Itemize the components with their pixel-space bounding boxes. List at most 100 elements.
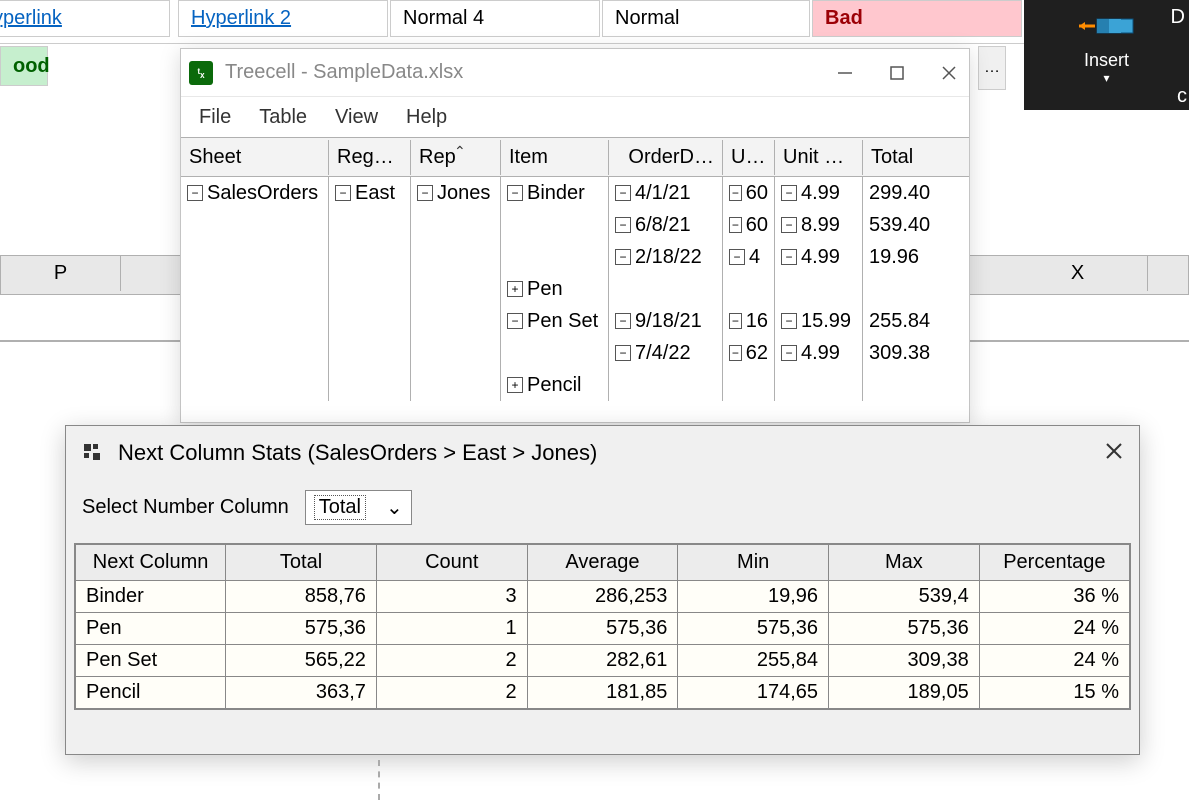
tree-unitcost-cell[interactable]: −4.99 <box>775 337 862 369</box>
collapse-icon[interactable]: − <box>781 217 797 233</box>
stats-close-button[interactable] <box>1105 440 1123 466</box>
collapse-icon[interactable]: − <box>417 185 433 201</box>
collapse-icon[interactable]: − <box>615 313 631 329</box>
insert-label[interactable]: Insert <box>1084 50 1129 71</box>
collapse-icon[interactable]: − <box>615 249 631 265</box>
tree-item-penset[interactable]: −Pen Set <box>501 305 608 337</box>
tree-item-pen[interactable]: +Pen <box>501 273 608 305</box>
stats-th-count[interactable]: Count <box>376 544 527 581</box>
tree-total-cell: 299.40 <box>863 177 943 209</box>
select-column-label: Select Number Column <box>82 496 289 519</box>
menu-view[interactable]: View <box>329 102 384 133</box>
collapse-icon[interactable]: − <box>507 313 523 329</box>
stats-icon <box>82 443 106 463</box>
tree-header-units[interactable]: U… <box>723 140 775 175</box>
tree-rep-node[interactable]: −Jones <box>411 177 500 209</box>
stats-row[interactable]: Pen Set 565,22 2 282,61 255,84 309,38 24… <box>75 645 1130 677</box>
select-column-value: Total <box>314 495 366 520</box>
tree-date-cell[interactable]: −9/18/21 <box>609 305 722 337</box>
treecell-titlebar[interactable]: ᵗₓ Treecell - SampleData.xlsx <box>181 49 969 97</box>
maximize-button[interactable] <box>885 61 909 85</box>
tree-date-cell[interactable]: −6/8/21 <box>609 209 722 241</box>
excel-ribbon-insert-panel: Insert ▾ D c <box>1024 0 1189 110</box>
treecell-title: Treecell - SampleData.xlsx <box>225 61 833 84</box>
stats-row[interactable]: Pen 575,36 1 575,36 575,36 575,36 24 % <box>75 613 1130 645</box>
collapse-icon[interactable]: − <box>335 185 351 201</box>
collapse-icon[interactable]: − <box>615 345 631 361</box>
tree-header-unitcost[interactable]: Unit … <box>775 140 863 175</box>
tree-header-total[interactable]: Total <box>863 140 943 175</box>
menu-file[interactable]: File <box>193 102 237 133</box>
chevron-down-icon: ⌄ <box>386 495 403 520</box>
col-header-p[interactable]: P <box>1 256 121 291</box>
collapse-icon[interactable]: − <box>507 185 523 201</box>
tree-region-node[interactable]: −East <box>329 177 410 209</box>
insert-cells-icon[interactable] <box>1079 8 1135 44</box>
treecell-window: ᵗₓ Treecell - SampleData.xlsx File Table… <box>180 48 970 423</box>
stats-titlebar[interactable]: Next Column Stats (SalesOrders > East > … <box>66 426 1139 480</box>
stats-th-min[interactable]: Min <box>678 544 829 581</box>
collapse-icon[interactable]: − <box>781 313 797 329</box>
stats-row[interactable]: Pencil 363,7 2 181,85 174,65 189,05 15 % <box>75 677 1130 710</box>
tree-total-cell: 539.40 <box>863 209 943 241</box>
tree-header-sheet[interactable]: Sheet <box>181 140 329 175</box>
tree-sheet-node[interactable]: −SalesOrders <box>181 177 328 209</box>
stats-row[interactable]: Binder 858,76 3 286,253 19,96 539,4 36 % <box>75 581 1130 613</box>
collapse-icon[interactable]: − <box>615 185 631 201</box>
stats-th-nextcol[interactable]: Next Column <box>75 544 226 581</box>
tree-total-cell: 255.84 <box>863 305 943 337</box>
style-hyperlink[interactable]: x Hyperlink <box>0 0 170 37</box>
stats-table: Next Column Total Count Average Min Max … <box>74 543 1131 710</box>
close-button[interactable] <box>937 61 961 85</box>
treecell-menubar: File Table View Help <box>181 97 969 137</box>
tree-units-cell[interactable]: −60 <box>723 177 774 209</box>
stats-dialog: Next Column Stats (SalesOrders > East > … <box>65 425 1140 755</box>
tree-unitcost-cell[interactable]: −8.99 <box>775 209 862 241</box>
expand-icon[interactable]: + <box>507 377 523 393</box>
stats-th-average[interactable]: Average <box>527 544 678 581</box>
stats-th-percentage[interactable]: Percentage <box>979 544 1130 581</box>
menu-table[interactable]: Table <box>253 102 313 133</box>
tree-total-cell: 309.38 <box>863 337 943 369</box>
tree-units-cell[interactable]: −4 <box>723 241 774 273</box>
minimize-button[interactable] <box>833 61 857 85</box>
stats-th-max[interactable]: Max <box>829 544 980 581</box>
collapse-icon[interactable]: − <box>781 249 797 265</box>
treecell-app-icon: ᵗₓ <box>189 61 213 85</box>
collapse-icon[interactable]: − <box>729 217 742 233</box>
tree-unitcost-cell[interactable]: −4.99 <box>775 241 862 273</box>
style-good[interactable]: ood <box>0 46 48 86</box>
collapse-icon[interactable]: − <box>729 313 742 329</box>
tree-date-cell[interactable]: −4/1/21 <box>609 177 722 209</box>
collapse-icon[interactable]: − <box>729 345 742 361</box>
collapse-icon[interactable]: − <box>729 249 745 265</box>
collapse-icon[interactable]: − <box>729 185 742 201</box>
tree-item-pencil[interactable]: +Pencil <box>501 369 608 401</box>
tree-item-binder[interactable]: −Binder <box>501 177 608 209</box>
expand-icon[interactable]: + <box>507 281 523 297</box>
tree-unitcost-cell[interactable]: −15.99 <box>775 305 862 337</box>
select-column-dropdown[interactable]: Total ⌄ <box>305 490 412 525</box>
collapse-icon[interactable]: − <box>781 185 797 201</box>
tree-date-cell[interactable]: −2/18/22 <box>609 241 722 273</box>
collapse-icon[interactable]: − <box>187 185 203 201</box>
tree-unitcost-cell[interactable]: −4.99 <box>775 177 862 209</box>
tree-units-cell[interactable]: −60 <box>723 209 774 241</box>
stats-th-total[interactable]: Total <box>226 544 377 581</box>
tree-units-cell[interactable]: −62 <box>723 337 774 369</box>
style-hyperlink2[interactable]: Hyperlink 2 <box>178 0 388 37</box>
style-normal4[interactable]: Normal 4 <box>390 0 600 37</box>
tree-date-cell[interactable]: −7/4/22 <box>609 337 722 369</box>
tree-header-orderdate[interactable]: OrderD… <box>609 140 723 175</box>
chevron-down-icon[interactable]: ▾ <box>1103 71 1109 85</box>
collapse-icon[interactable]: − <box>781 345 797 361</box>
styles-ellipsis[interactable]: … <box>978 46 1006 90</box>
style-normal[interactable]: Normal <box>602 0 810 37</box>
tree-units-cell[interactable]: −16 <box>723 305 774 337</box>
style-bad[interactable]: Bad <box>812 0 1022 37</box>
tree-header-region[interactable]: Reg… <box>329 140 411 175</box>
tree-header-item[interactable]: Item <box>501 140 609 175</box>
menu-help[interactable]: Help <box>400 102 453 133</box>
col-header-x[interactable]: X <box>1008 256 1148 291</box>
collapse-icon[interactable]: − <box>615 217 631 233</box>
